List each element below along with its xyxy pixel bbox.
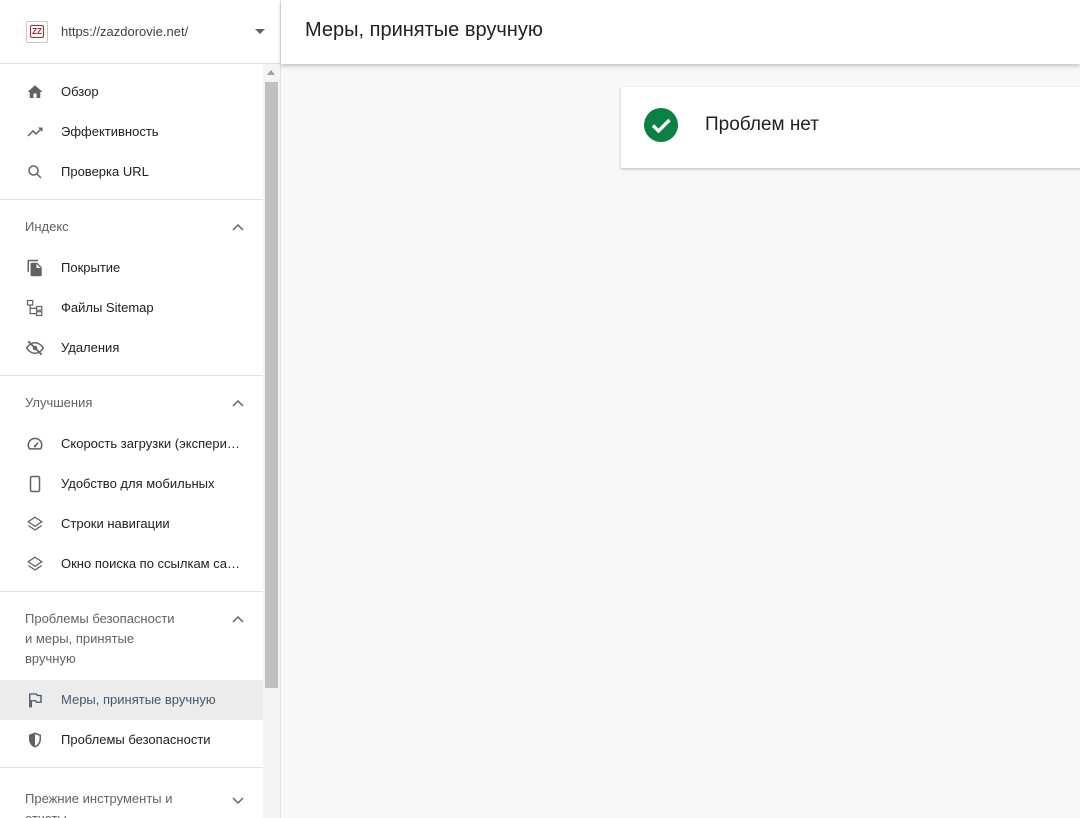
site-favicon-icon: ZZ bbox=[26, 20, 48, 43]
property-url: https://zazdorovie.net/ bbox=[61, 24, 189, 39]
chevron-up-icon bbox=[232, 223, 244, 231]
sidebar-item-coverage[interactable]: Покрытие bbox=[0, 248, 263, 288]
section-header-security[interactable]: Проблемы безопасности и меры, принятые в… bbox=[0, 592, 263, 680]
chevron-down-icon bbox=[232, 797, 244, 805]
page-header: Меры, принятые вручную bbox=[281, 0, 1080, 64]
section-header-index[interactable]: Индекс bbox=[0, 200, 263, 240]
layers-icon bbox=[25, 554, 45, 574]
sidebar-item-page-speed[interactable]: Скорость загрузки (экспериментальная фун… bbox=[0, 424, 263, 464]
sidebar-item-manual-actions[interactable]: Меры, принятые вручную bbox=[0, 680, 263, 720]
status-text: Проблем нет bbox=[705, 114, 819, 135]
file-copy-icon bbox=[25, 258, 45, 278]
search-icon bbox=[25, 162, 45, 182]
sidebar-item-sitemaps[interactable]: Файлы Sitemap bbox=[0, 288, 263, 328]
chevron-up-icon bbox=[232, 399, 244, 407]
sidebar-item-performance[interactable]: Эффективность bbox=[0, 112, 263, 152]
sidebar-item-url-inspection[interactable]: Проверка URL bbox=[0, 152, 263, 192]
trending-up-icon bbox=[25, 122, 45, 142]
sidebar-item-overview[interactable]: Обзор bbox=[0, 72, 263, 112]
dropdown-caret-icon bbox=[255, 29, 265, 34]
sidebar: ZZ https://zazdorovie.net/ Обзор Эффекти… bbox=[0, 0, 281, 818]
sidebar-item-sitelinks-searchbox[interactable]: Окно поиска по ссылкам сайта bbox=[0, 544, 263, 584]
property-selector[interactable]: ZZ https://zazdorovie.net/ bbox=[0, 0, 280, 64]
speed-icon bbox=[25, 434, 45, 454]
sidebar-item-removals[interactable]: Удаления bbox=[0, 328, 263, 368]
status-card: Проблем нет bbox=[621, 87, 1080, 168]
shield-icon bbox=[25, 730, 45, 750]
check-circle-icon bbox=[644, 108, 678, 142]
scroll-up-arrow-icon[interactable] bbox=[267, 70, 275, 75]
eye-off-icon bbox=[25, 338, 45, 358]
page-title: Меры, принятые вручную bbox=[305, 19, 543, 41]
section-header-enhancements[interactable]: Улучшения bbox=[0, 376, 263, 416]
sidebar-item-mobile-usability[interactable]: Удобство для мобильных bbox=[0, 464, 263, 504]
scrollbar-thumb[interactable] bbox=[265, 82, 278, 688]
layers-icon bbox=[25, 514, 45, 534]
sidebar-item-breadcrumbs[interactable]: Строки навигации bbox=[0, 504, 263, 544]
chevron-up-icon bbox=[232, 615, 244, 623]
sidebar-nav: Обзор Эффективность Проверка URL Индекс … bbox=[0, 64, 263, 818]
flag-icon bbox=[25, 690, 45, 710]
sidebar-item-security-issues[interactable]: Проблемы безопасности bbox=[0, 720, 263, 760]
home-icon bbox=[25, 82, 45, 102]
smartphone-icon bbox=[25, 474, 45, 494]
section-header-legacy-tools[interactable]: Прежние инструменты и отчеты bbox=[0, 768, 263, 818]
sidebar-scrollbar[interactable] bbox=[263, 64, 280, 818]
sitemap-icon bbox=[25, 298, 45, 318]
